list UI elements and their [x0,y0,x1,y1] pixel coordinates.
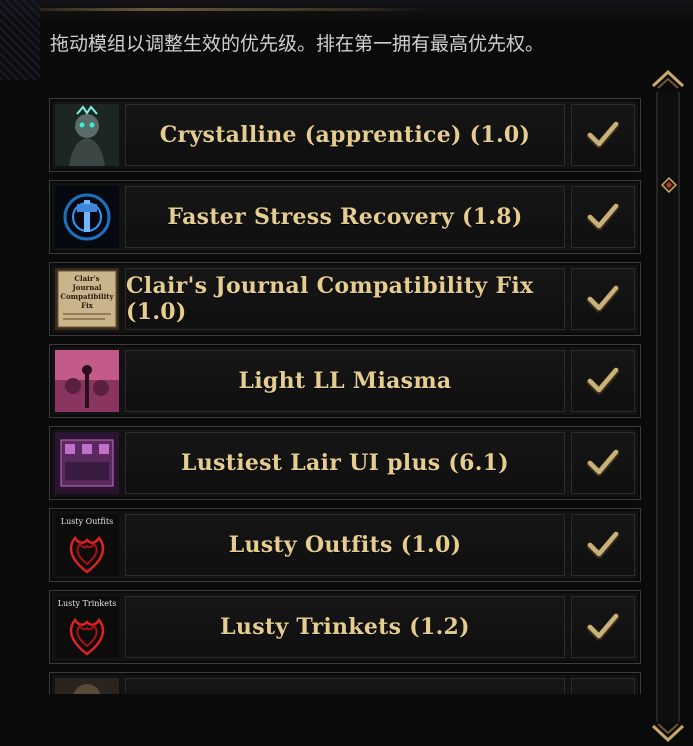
checkmark-icon [586,121,620,149]
mod-enable-checkbox[interactable] [571,350,635,412]
mod-row[interactable]: Lustiest Lair UI plus (6.1) [49,426,641,500]
thumb-caption: Lusty Trinkets [58,599,117,608]
checkmark-icon [586,367,620,395]
mod-thumbnail: Lusty Outfits [55,514,119,576]
mod-thumbnail [55,186,119,248]
scroll-down-icon[interactable] [650,722,686,744]
mod-name[interactable]: Light LL Miasma [125,350,565,412]
mod-name[interactable] [125,678,565,694]
mod-row[interactable] [49,672,641,694]
scroll-up-icon[interactable] [650,68,686,90]
mod-enable-checkbox[interactable] [571,596,635,658]
mod-name[interactable]: Clair's Journal Compatibility Fix (1.0) [125,268,565,330]
mod-enable-checkbox[interactable] [571,104,635,166]
mod-name[interactable]: Lusty Outfits (1.0) [125,514,565,576]
checkmark-icon [586,203,620,231]
checkmark-icon [586,449,620,477]
mod-row[interactable]: Faster Stress Recovery (1.8) [49,180,641,254]
checkmark-icon [586,613,620,641]
checkmark-icon [586,285,620,313]
mod-enable-checkbox[interactable] [571,432,635,494]
mod-row[interactable]: Clair's Journal Compatibility Fix Clair'… [49,262,641,336]
mod-row[interactable]: Lusty Outfits Lusty Outfits (1.0) [49,508,641,582]
thumb-caption: Clair's Journal Compatibility Fix [60,274,114,310]
mod-row[interactable]: Light LL Miasma [49,344,641,418]
mod-name[interactable]: Crystalline (apprentice) (1.0) [125,104,565,166]
corner-decoration [0,0,40,80]
mod-thumbnail [55,432,119,494]
priority-instructions: 拖动模组以调整生效的优先级。排在第一拥有最高优先权。 [50,33,545,55]
mod-thumbnail [55,350,119,412]
mod-name[interactable]: Lustiest Lair UI plus (6.1) [125,432,565,494]
mod-thumbnail: Lusty Trinkets [55,596,119,658]
checkmark-icon [586,531,620,559]
mod-thumbnail [55,104,119,166]
mod-name[interactable]: Lusty Trinkets (1.2) [125,596,565,658]
mod-priority-list[interactable]: Crystalline (apprentice) (1.0) Faster St… [49,98,641,694]
mod-enable-checkbox[interactable] [571,268,635,330]
mod-thumbnail [55,678,119,694]
mod-enable-checkbox[interactable] [571,514,635,576]
mod-thumbnail: Clair's Journal Compatibility Fix [55,268,119,330]
mod-name[interactable]: Faster Stress Recovery (1.8) [125,186,565,248]
frame-rule [30,8,430,11]
mod-row[interactable]: Lusty Trinkets Lusty Trinkets (1.2) [49,590,641,664]
top-frame [0,0,693,24]
mod-enable-checkbox[interactable] [571,678,635,694]
scrollbar-thumb-icon[interactable] [661,177,677,193]
mod-enable-checkbox[interactable] [571,186,635,248]
mod-row[interactable]: Crystalline (apprentice) (1.0) [49,98,641,172]
thumb-caption: Lusty Outfits [61,517,113,526]
